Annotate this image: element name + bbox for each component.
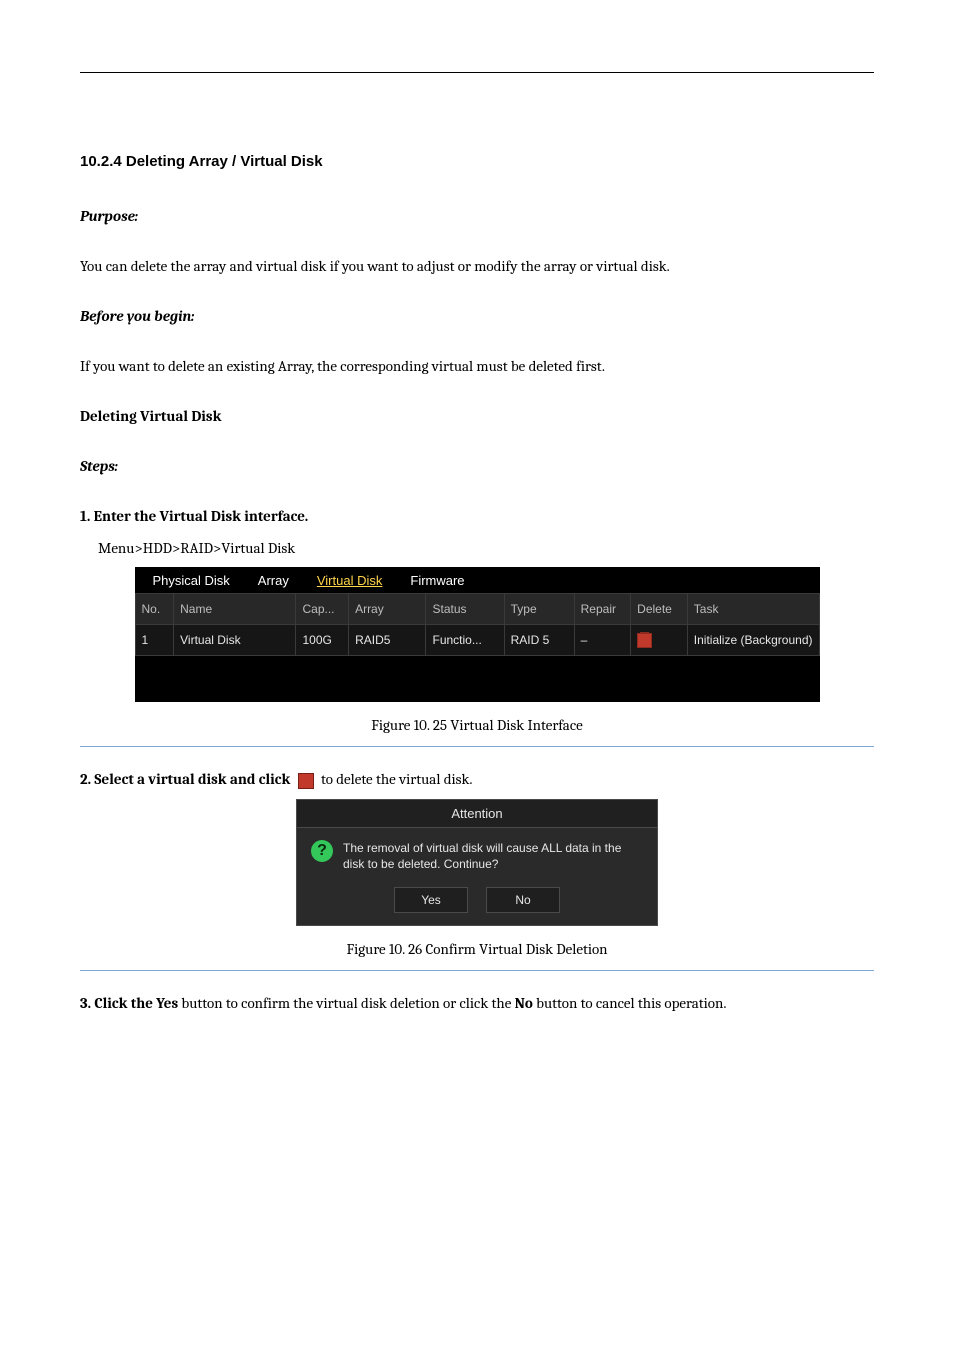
section-rule-1 <box>80 746 874 747</box>
step-1-path: Menu>HDD>RAID>Virtual Disk <box>80 536 874 562</box>
vd-header-array: Array <box>349 594 426 625</box>
task-intro-label: Deleting Virtual Disk <box>80 407 221 425</box>
before-text: If you want to delete an existing Array,… <box>80 354 874 378</box>
attention-message: The removal of virtual disk will cause A… <box>343 840 643 874</box>
purpose-text: You can delete the array and virtual dis… <box>80 254 874 278</box>
purpose-label: Purpose: <box>80 207 138 225</box>
no-button[interactable]: No <box>486 887 560 913</box>
question-icon: ? <box>311 840 333 862</box>
vd-row[interactable]: 1 Virtual Disk 100G RAID5 Functio... RAI… <box>135 625 819 656</box>
vd-header-cap: Cap... <box>296 594 349 625</box>
task-intro: Deleting Virtual Disk <box>80 404 874 428</box>
step-3-c: button to cancel this operation. <box>533 994 727 1012</box>
tab-firmware[interactable]: Firmware <box>396 573 478 588</box>
section-rule-2 <box>80 970 874 971</box>
virtual-disk-screenshot: Physical Disk Array Virtual Disk Firmwar… <box>135 567 820 702</box>
step-2-line: 2. Select a virtual disk and click <box>80 770 290 788</box>
step-1-line: 1. Enter the Virtual Disk interface. <box>80 507 308 525</box>
vd-header-delete: Delete <box>631 594 688 625</box>
vd-tabs: Physical Disk Array Virtual Disk Firmwar… <box>135 567 820 593</box>
step-3: 3. Click the Yes button to confirm the v… <box>80 991 874 1017</box>
attention-title: Attention <box>297 800 657 828</box>
vd-cell-type: RAID 5 <box>504 625 574 656</box>
vd-header-no: No. <box>135 594 174 625</box>
step-2: 2. Select a virtual disk and click to de… <box>80 767 874 793</box>
vd-header-status: Status <box>426 594 504 625</box>
vd-header-repair: Repair <box>574 594 631 625</box>
yes-button[interactable]: Yes <box>394 887 468 913</box>
virtual-disk-table: No. Name Cap... Array Status Type Repair… <box>135 593 820 656</box>
step-3-b: button to confirm the virtual disk delet… <box>178 994 514 1012</box>
purpose-block: Purpose: <box>80 204 874 228</box>
tab-array[interactable]: Array <box>244 573 303 588</box>
before-label: Before you begin: <box>80 307 194 325</box>
step-3-a: 3. Click the <box>80 994 156 1012</box>
step-3-no: No <box>515 994 533 1012</box>
vd-cell-no: 1 <box>135 625 174 656</box>
vd-cell-cap: 100G <box>296 625 349 656</box>
step-2-tail: to delete the virtual disk. <box>321 770 473 788</box>
tab-physical-disk[interactable]: Physical Disk <box>139 573 244 588</box>
trash-icon[interactable] <box>637 633 652 648</box>
before-block: Before you begin: <box>80 304 874 328</box>
vd-cell-repair: – <box>574 625 631 656</box>
section-heading: 10.2.4 Deleting Array / Virtual Disk <box>80 153 874 170</box>
vd-header-name: Name <box>174 594 296 625</box>
vd-empty-area <box>135 656 820 702</box>
vd-cell-delete[interactable] <box>631 625 688 656</box>
vd-header-type: Type <box>504 594 574 625</box>
figure-caption-26: Figure 10. 26 Confirm Virtual Disk Delet… <box>80 940 874 958</box>
vd-cell-status: Functio... <box>426 625 504 656</box>
vd-header-task: Task <box>687 594 819 625</box>
tab-virtual-disk[interactable]: Virtual Disk <box>303 573 397 588</box>
vd-cell-name: Virtual Disk <box>174 625 296 656</box>
vd-cell-task: Initialize (Background) <box>687 625 819 656</box>
steps-block: Steps: <box>80 454 874 478</box>
attention-screenshot: Attention ? The removal of virtual disk … <box>172 799 782 927</box>
figure-caption-25: Figure 10. 25 Virtual Disk Interface <box>80 716 874 734</box>
step-1: 1. Enter the Virtual Disk interface. <box>80 504 874 530</box>
top-rule <box>80 72 874 73</box>
inline-trash-icon <box>298 773 314 789</box>
steps-label: Steps: <box>80 457 118 475</box>
step-3-yes: Yes <box>156 994 178 1012</box>
attention-dialog: Attention ? The removal of virtual disk … <box>296 799 658 927</box>
vd-cell-array: RAID5 <box>349 625 426 656</box>
